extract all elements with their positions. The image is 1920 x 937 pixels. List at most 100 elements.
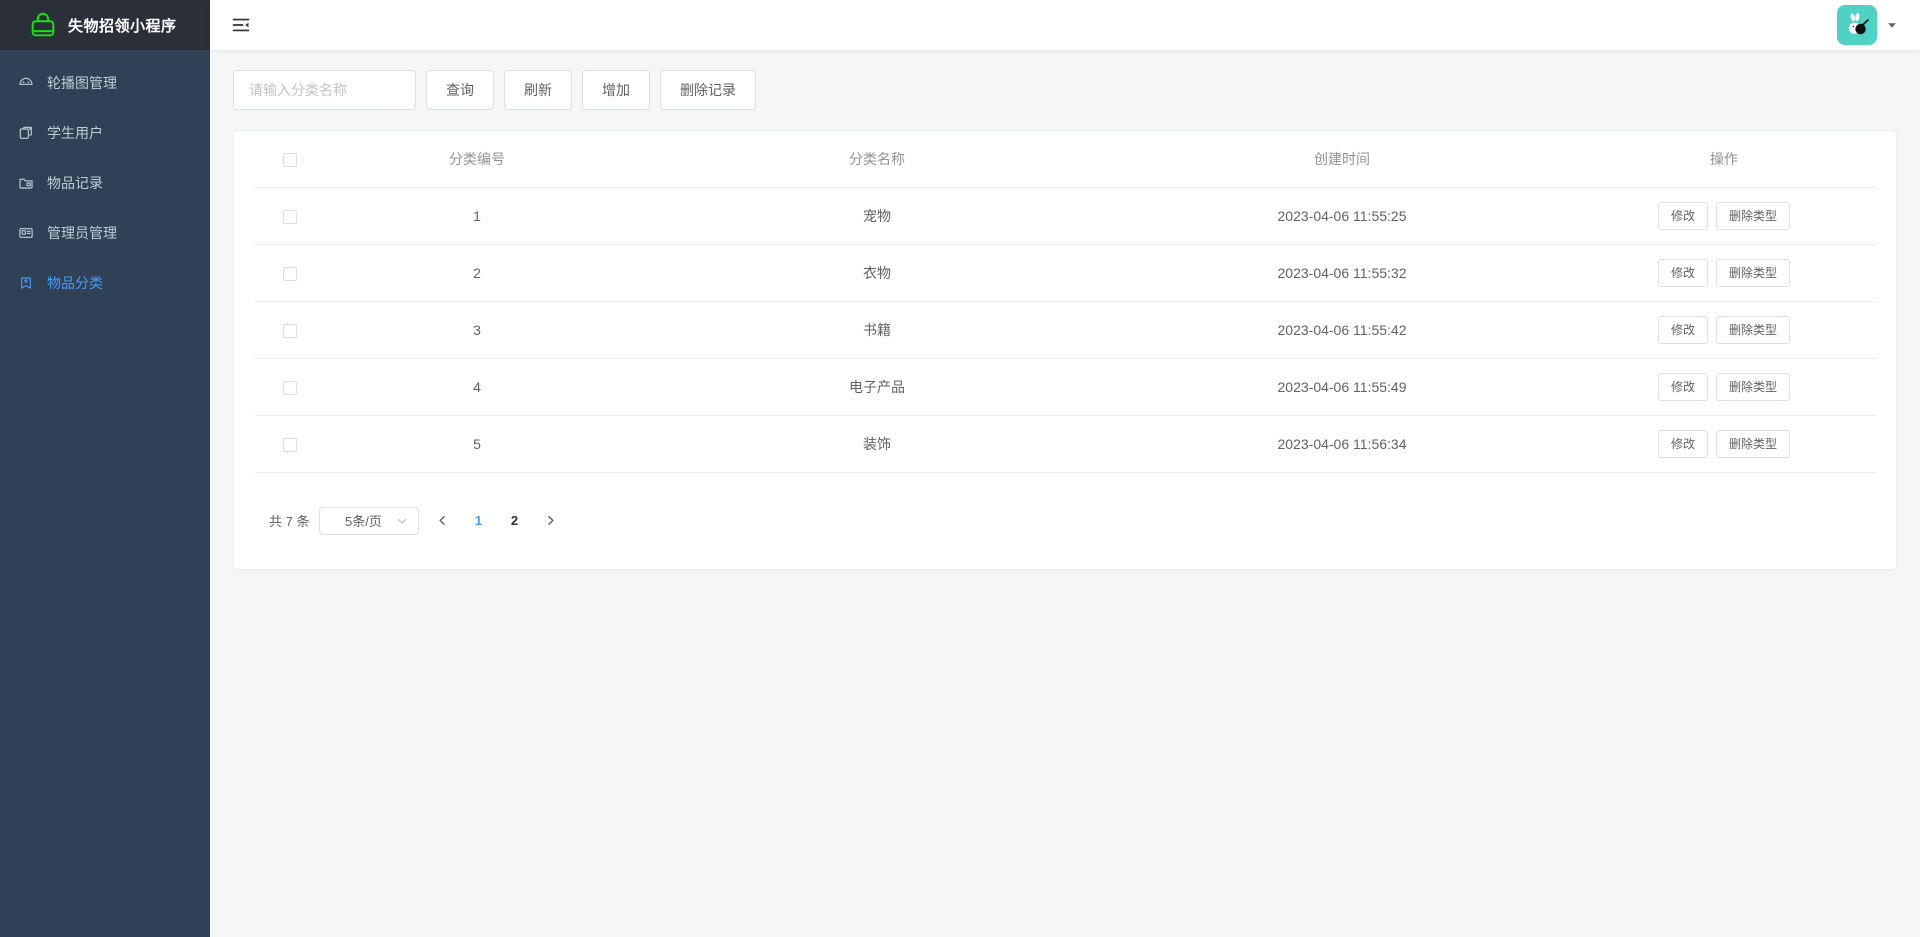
row-checkbox[interactable] bbox=[283, 323, 297, 338]
refresh-button[interactable]: 刷新 bbox=[504, 70, 572, 110]
delete-records-button[interactable]: 删除记录 bbox=[660, 70, 756, 110]
chevron-down-icon bbox=[396, 515, 408, 527]
cell-actions: 修改 删除类型 bbox=[1572, 358, 1876, 416]
cell-name: 书籍 bbox=[642, 301, 1112, 359]
table-row[interactable]: 5 装饰 2023-04-06 11:56:34 修改 删除类型 bbox=[254, 415, 1876, 473]
edit-button[interactable]: 修改 bbox=[1657, 258, 1708, 287]
sidebar-item-admins[interactable]: 管理员管理 bbox=[0, 208, 210, 258]
sidebar-item-label: 物品记录 bbox=[47, 175, 103, 191]
chevron-right-icon bbox=[545, 515, 556, 526]
delete-button[interactable]: 删除类型 bbox=[1716, 258, 1791, 287]
cell-name: 装饰 bbox=[642, 415, 1112, 473]
cell-actions: 修改 删除类型 bbox=[1572, 415, 1876, 473]
row-select-cell bbox=[254, 187, 312, 245]
row-checkbox[interactable] bbox=[283, 209, 297, 224]
select-all-checkbox[interactable] bbox=[283, 152, 297, 167]
navbar-right bbox=[1837, 5, 1898, 45]
folder-icon bbox=[17, 174, 35, 192]
sidebar-item-students[interactable]: 学生用户 bbox=[0, 108, 210, 158]
cell-created: 2023-04-06 11:55:42 bbox=[1112, 301, 1572, 359]
cell-actions: 修改 删除类型 bbox=[1572, 301, 1876, 359]
row-actions: 修改 删除类型 bbox=[1572, 315, 1876, 344]
edit-button[interactable]: 修改 bbox=[1657, 429, 1708, 458]
row-actions: 修改 删除类型 bbox=[1572, 429, 1876, 458]
pagination-next-button[interactable] bbox=[537, 507, 563, 535]
delete-button[interactable]: 删除类型 bbox=[1716, 315, 1791, 344]
sidebar-item-item-records[interactable]: 物品记录 bbox=[0, 158, 210, 208]
sidebar-item-label: 物品分类 bbox=[47, 275, 103, 291]
sidebar-item-categories[interactable]: 物品分类 bbox=[0, 258, 210, 308]
cell-id: 3 bbox=[312, 301, 642, 359]
pagination-page-2[interactable]: 2 bbox=[501, 507, 527, 535]
row-checkbox[interactable] bbox=[283, 380, 297, 395]
row-select-cell bbox=[254, 301, 312, 359]
column-header-actions: 操作 bbox=[1572, 131, 1876, 188]
avatar[interactable] bbox=[1837, 5, 1877, 45]
column-header-name: 分类名称 bbox=[642, 131, 1112, 188]
cell-actions: 修改 删除类型 bbox=[1572, 244, 1876, 302]
cell-id: 5 bbox=[312, 415, 642, 473]
table-row[interactable]: 1 宠物 2023-04-06 11:55:25 修改 删除类型 bbox=[254, 187, 1876, 245]
cell-name: 电子产品 bbox=[642, 358, 1112, 416]
row-actions: 修改 删除类型 bbox=[1572, 258, 1876, 287]
main-column: 查询 刷新 增加 删除记录 分类编号 分类名称 创建时间 bbox=[210, 0, 1920, 937]
table-header-row: 分类编号 分类名称 创建时间 操作 bbox=[254, 131, 1876, 188]
page-size-select[interactable]: 5条/页 bbox=[319, 506, 420, 535]
row-actions: 修改 删除类型 bbox=[1572, 201, 1876, 230]
dashboard-icon bbox=[17, 74, 35, 92]
delete-button[interactable]: 删除类型 bbox=[1716, 372, 1791, 401]
sidebar-item-carousel[interactable]: 轮播图管理 bbox=[0, 58, 210, 108]
app-root: 失物招领小程序 轮播图管理 学生用户 物品记录 管理员管理 物品分类 请输入分类… bbox=[0, 0, 1920, 937]
pagination-page-1[interactable]: 1 bbox=[465, 507, 491, 535]
pagination-total: 共 7 条 bbox=[269, 514, 310, 529]
cell-id: 2 bbox=[312, 244, 642, 302]
row-checkbox[interactable] bbox=[283, 437, 297, 452]
cell-actions: 修改 删除类型 bbox=[1572, 187, 1876, 245]
cell-created: 2023-04-06 11:55:32 bbox=[1112, 244, 1572, 302]
handbag-icon bbox=[28, 10, 58, 40]
row-select-cell bbox=[254, 415, 312, 473]
edit-button[interactable]: 修改 bbox=[1657, 201, 1708, 230]
sidebar-logo[interactable]: 失物招领小程序 bbox=[0, 0, 210, 50]
sidebar-item-label: 管理员管理 bbox=[47, 225, 117, 241]
column-header-created: 创建时间 bbox=[1112, 131, 1572, 188]
edit-button[interactable]: 修改 bbox=[1657, 315, 1708, 344]
price-tag-icon bbox=[17, 274, 35, 292]
select-all-header bbox=[254, 131, 312, 188]
search-input[interactable] bbox=[233, 70, 416, 110]
delete-button[interactable]: 删除类型 bbox=[1716, 201, 1791, 230]
table-row[interactable]: 2 衣物 2023-04-06 11:55:32 修改 删除类型 bbox=[254, 244, 1876, 302]
top-navbar bbox=[210, 0, 1920, 50]
table-head: 分类编号 分类名称 创建时间 操作 bbox=[254, 131, 1876, 188]
table-card: 分类编号 分类名称 创建时间 操作 1 宠物 2023-04-06 11:55:… bbox=[233, 130, 1897, 570]
cell-created: 2023-04-06 11:56:34 bbox=[1112, 415, 1572, 473]
edit-button[interactable]: 修改 bbox=[1657, 372, 1708, 401]
cell-name: 宠物 bbox=[642, 187, 1112, 245]
row-checkbox[interactable] bbox=[283, 266, 297, 281]
cell-created: 2023-04-06 11:55:49 bbox=[1112, 358, 1572, 416]
cell-id: 4 bbox=[312, 358, 642, 416]
filter-toolbar: 查询 刷新 增加 删除记录 bbox=[233, 70, 1897, 110]
table-row[interactable]: 3 书籍 2023-04-06 11:55:42 修改 删除类型 bbox=[254, 301, 1876, 359]
add-button[interactable]: 增加 bbox=[582, 70, 650, 110]
sidebar: 失物招领小程序 轮播图管理 学生用户 物品记录 管理员管理 物品分类 bbox=[0, 0, 210, 937]
delete-button[interactable]: 删除类型 bbox=[1716, 429, 1791, 458]
cell-id: 1 bbox=[312, 187, 642, 245]
cell-name: 衣物 bbox=[642, 244, 1112, 302]
caret-down-icon[interactable] bbox=[1886, 19, 1898, 31]
sidebar-item-label: 轮播图管理 bbox=[47, 75, 117, 91]
column-header-id: 分类编号 bbox=[312, 131, 642, 188]
table-body: 1 宠物 2023-04-06 11:55:25 修改 删除类型 2 衣物 20… bbox=[254, 187, 1876, 473]
app-title: 失物招领小程序 bbox=[68, 17, 177, 35]
cell-created: 2023-04-06 11:55:25 bbox=[1112, 187, 1572, 245]
query-button[interactable]: 查询 bbox=[426, 70, 494, 110]
document-copy-icon bbox=[17, 124, 35, 142]
sidebar-menu: 轮播图管理 学生用户 物品记录 管理员管理 物品分类 bbox=[0, 50, 210, 308]
table-row[interactable]: 4 电子产品 2023-04-06 11:55:49 修改 删除类型 bbox=[254, 358, 1876, 416]
hamburger-fold-icon[interactable] bbox=[228, 12, 254, 38]
pagination-prev-button[interactable] bbox=[429, 507, 455, 535]
sidebar-item-label: 学生用户 bbox=[47, 125, 103, 141]
page-content: 查询 刷新 增加 删除记录 分类编号 分类名称 创建时间 bbox=[210, 50, 1920, 937]
categories-table: 分类编号 分类名称 创建时间 操作 1 宠物 2023-04-06 11:55:… bbox=[254, 131, 1876, 473]
page-size-value: 5条/页 bbox=[345, 514, 382, 529]
